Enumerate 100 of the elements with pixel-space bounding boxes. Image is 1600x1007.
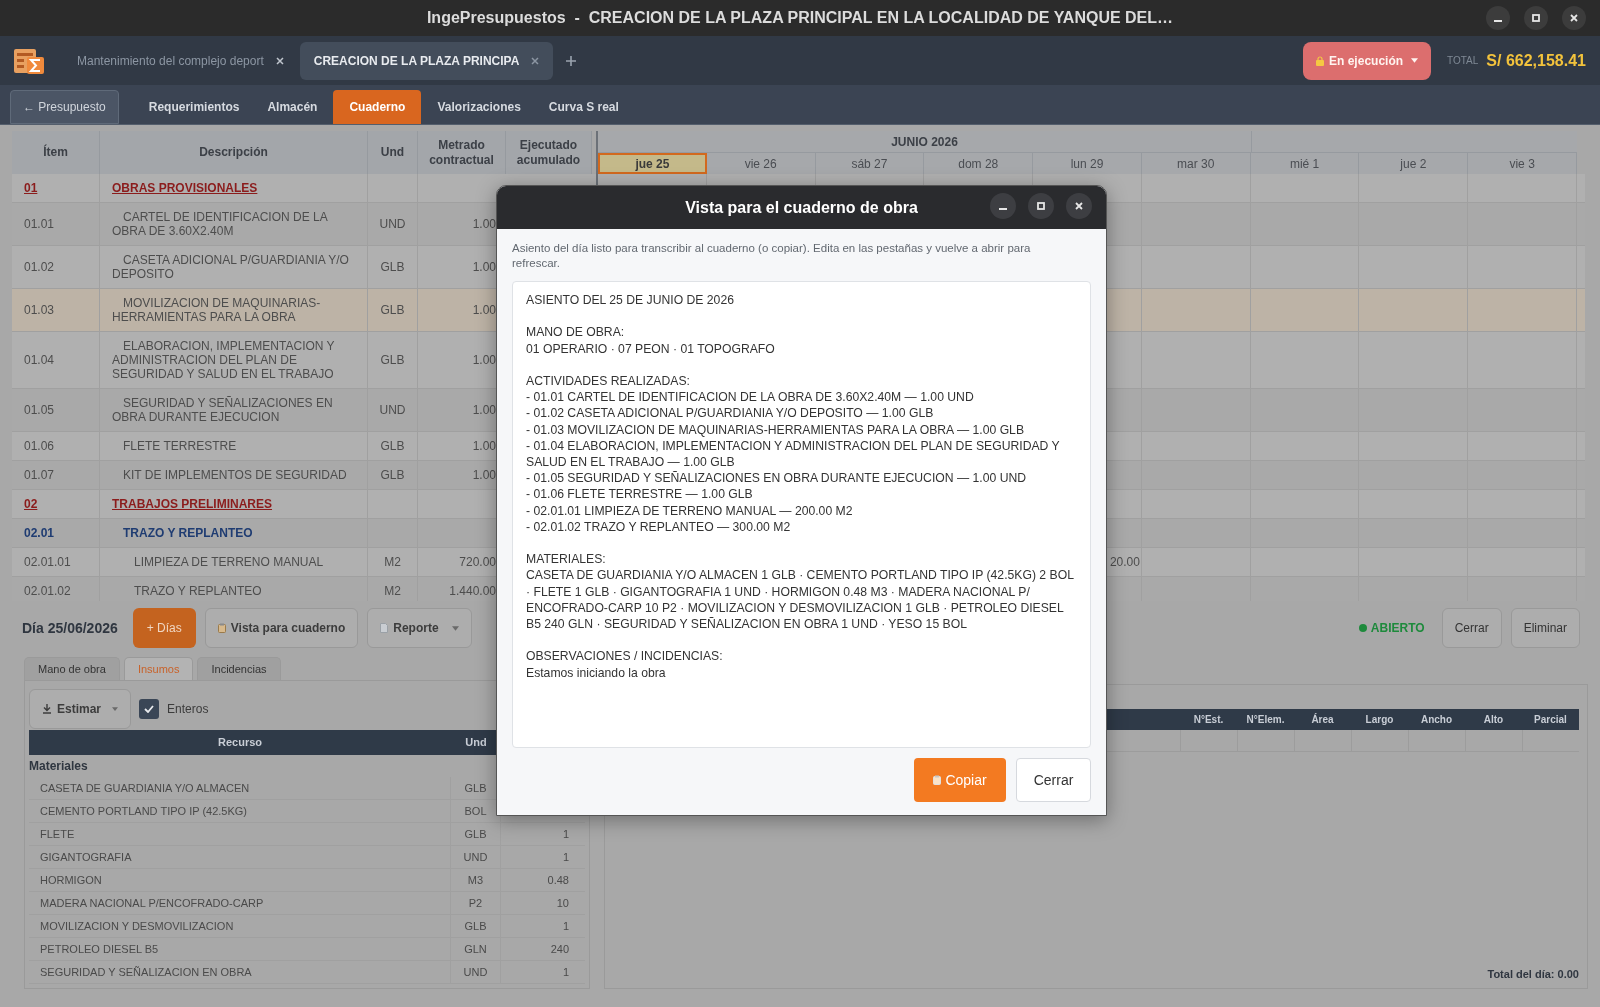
item-code: 01.06 [24, 438, 55, 455]
item-description: SEGURIDAD Y SEÑALIZACIONES EN OBRA DURANTE EJECUCION [112, 396, 334, 424]
quantity-text: 1.00 [472, 216, 496, 233]
column-header: Ítem [12, 131, 100, 174]
column-header: Área [1310, 712, 1335, 727]
resource-name: PETROLEO DIESEL B5 [40, 941, 159, 957]
quantity-text: 1 [562, 849, 569, 865]
item-code: 01 [24, 180, 38, 197]
unit-text: GLB [464, 826, 487, 842]
item-description: KIT DE IMPLEMENTOS DE SEGURIDAD [122, 468, 347, 482]
item-code: 01.05 [24, 402, 55, 419]
resource-name: GIGANTOGRAFIA [40, 849, 132, 865]
quantity-text: 1 [562, 826, 569, 842]
total-amount: S/ 662,158.41 [1486, 50, 1586, 71]
resource-name: CASETA DE GUARDIANIA Y/O ALMACEN [40, 780, 250, 796]
unit-text: GLB [380, 259, 405, 276]
tab-label: Mantenimiento del complejo deport [77, 52, 264, 70]
note-line: ASIENTO DEL 25 DE JUNIO DE 2026 [526, 292, 735, 309]
quantity-text: 1.00 [472, 302, 496, 319]
column-header: N°Est. [1192, 713, 1225, 727]
unit-text: GLB [464, 780, 487, 796]
total-label: TOTAL [1447, 54, 1479, 68]
unit-text: UND [379, 216, 406, 233]
unit-text: GLB [380, 467, 405, 484]
item-description: CARTEL DE IDENTIFICACION DE LA OBRA DE 3.60X2.40M [112, 210, 329, 238]
column-header: Largo [1364, 713, 1395, 727]
status-badge: ABIERTO [1358, 619, 1425, 637]
quantity-text: 1.00 [472, 467, 496, 484]
item-code: 01.01 [24, 216, 55, 233]
note-line: MANO DE OBRA: [526, 324, 626, 341]
resource-name: MADERA NACIONAL P/ENCOFRADO-CARP [40, 895, 264, 911]
unit-text: M2 [384, 554, 401, 571]
item-code: 02 [24, 496, 38, 513]
unit-text: M2 [384, 583, 401, 600]
unit-text: P2 [468, 895, 483, 911]
note-line: CASETA DE GUARDIANIA Y/O ALMACEN 1 GLB · CEMENTO PORTLAND TIPO IP (42.5KG) 2 BOL · FLETE 1 GLB · GIGANTOGRAFIA 1 UND · HORMIGON 0.48 M3 · MADERA NACIONAL P/ ENCOFRADO-CARP 10 P2 · MOVILIZACION Y DESMOVILIZACION 1 GLB · PETROLEO DIESEL B5 240 GLN · SEGURIDAD Y SEÑALIZACION EN OBRA 1 UND · YESO 15 BOL [526, 567, 1075, 633]
unit-text: GLB [380, 352, 405, 369]
column-header: Descripción [100, 131, 368, 174]
item-description: TRAZO Y REPLANTEO [133, 584, 262, 598]
column-header: Alto [1482, 713, 1505, 727]
item-description: LIMPIEZA DE TERRENO MANUAL [133, 555, 324, 569]
day-total: Total del día: 0.00 [1487, 966, 1579, 982]
note-line: - 01.05 SEGURIDAD Y SEÑALIZACIONES EN OBRA DURANTE EJECUCION — 1.00 UND [526, 470, 1028, 487]
item-code: 01.02 [24, 259, 55, 276]
unit-text: M3 [467, 872, 484, 888]
note-line: - 02.01.02 TRAZO Y REPLANTEO — 300.00 M2 [526, 518, 792, 535]
quantity-text: 240 [550, 941, 569, 957]
column-header: Recurso [217, 735, 263, 750]
item-code: 02.01.02 [24, 583, 71, 600]
column-header: Und [368, 131, 418, 174]
resource-name: MOVILIZACION Y DESMOVILIZACION [40, 918, 234, 934]
quantity-text: 1 [562, 964, 569, 980]
group-heading: Materiales [29, 758, 89, 775]
unit-text: GLB [380, 302, 405, 319]
item-description: ELABORACION, IMPLEMENTACION Y ADMINISTRACION DEL PLAN DE SEGURIDAD Y SALUD EN EL TRABAJO [112, 339, 336, 381]
unit-text: UND [463, 849, 488, 865]
note-line: - 02.01.01 LIMPIEZA DE TERRENO MANUAL — 200.00 M2 [526, 502, 854, 519]
checkbox-label: Enteros [167, 701, 209, 718]
note-line: ACTIVIDADES REALIZADAS: [526, 373, 691, 390]
column-header: Metrado contractual [418, 131, 506, 174]
unit-text: GLN [464, 941, 487, 957]
month-header: JUNIO 2026 [598, 131, 1252, 152]
resource-name: SEGURIDAD Y SEÑALIZACION EN OBRA [40, 964, 252, 980]
resource-name: HORMIGON [40, 872, 102, 888]
quantity-text: 1.00 [472, 402, 496, 419]
window-title: IngePresupuestos - CREACION DE LA PLAZA PRINCIPAL EN LA LOCALIDAD DE YANQUE DEL… [426, 8, 1174, 28]
item-code: 01.07 [24, 467, 55, 484]
column-header: Ejecutado acumulado [506, 131, 592, 174]
dialog-title: Vista para el cuaderno de obra [685, 197, 918, 218]
quantity-text: 1.00 [472, 352, 496, 369]
item-description: TRAZO Y REPLANTEO [122, 526, 253, 540]
day-date: Día 25/06/2026 [22, 618, 118, 638]
day-quantity: 20.00 [1109, 554, 1140, 571]
column-header: N°Elem. [1245, 713, 1286, 727]
item-description: TRABAJOS PRELIMINARES [112, 497, 272, 511]
tab-label: CREACION DE LA PLAZA PRINCIPA [313, 52, 520, 70]
unit-text: GLB [380, 438, 405, 455]
note-line: - 01.03 MOVILIZACION DE MAQUINARIAS-HERRAMIENTAS PARA LA OBRA — 1.00 GLB [526, 421, 1026, 438]
item-description: OBRAS PROVISIONALES [112, 181, 258, 195]
item-description: FLETE TERRESTRE [122, 439, 237, 453]
unit-text: UND [463, 964, 488, 980]
quantity-text: 1.00 [472, 259, 496, 276]
resource-name: CEMENTO PORTLAND TIPO IP (42.5KG) [40, 803, 248, 819]
item-code: 02.01.01 [24, 554, 71, 571]
note-line: OBSERVACIONES / INCIDENCIAS: [526, 648, 724, 665]
unit-text: UND [379, 402, 406, 419]
day-header: jue 25 [598, 153, 707, 174]
unit-text: BOL [464, 803, 487, 819]
note-line: MATERIALES: [526, 551, 607, 568]
item-code: 02.01 [24, 525, 55, 542]
quantity-text: 1 [562, 918, 569, 934]
item-code: 01.04 [24, 352, 55, 369]
item-code: 01.03 [24, 302, 55, 319]
quantity-text: 1.440.00 [449, 583, 496, 600]
column-header: Ancho [1419, 713, 1454, 727]
resource-name: FLETE [40, 826, 75, 842]
quantity-text: 1.00 [472, 438, 496, 455]
unit-text: GLB [464, 918, 487, 934]
dialog-hint: Asiento del día listo para transcribir al cuaderno (o copiar). Edita en las pestañas y vuelve a abrir para refrescar. [512, 241, 1032, 271]
quantity-text: 0.48 [547, 872, 569, 888]
